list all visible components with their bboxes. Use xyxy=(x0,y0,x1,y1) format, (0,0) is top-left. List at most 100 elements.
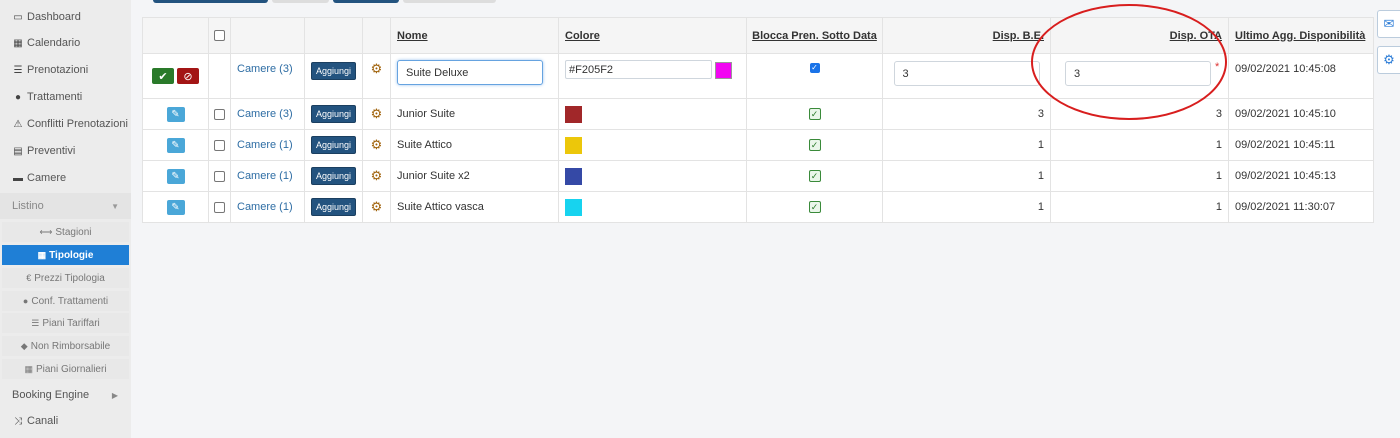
add-button[interactable]: Aggiungi xyxy=(310,62,357,80)
settings-button[interactable]: ⚙ xyxy=(1377,46,1400,74)
blocca-checkbox[interactable]: ✓ xyxy=(808,170,821,182)
nome-input[interactable]: Suite Deluxe xyxy=(397,60,543,85)
sidebar-subitem-piani-tariffari[interactable]: ☰ Piani Tariffari xyxy=(2,313,129,333)
sidebar-item-dashboard[interactable]: ▭ Dashboard xyxy=(0,4,131,30)
toolbar-button-2[interactable] xyxy=(272,0,329,3)
sidebar-item-listino[interactable]: Listino ▼ xyxy=(0,193,131,219)
sidebar: ▭ Dashboard ▦ Calendario ☰ Prenotazioni ● Tr… xyxy=(0,0,131,438)
disp-ota-input[interactable]: 3 xyxy=(1065,61,1211,86)
check-icon: ✔ xyxy=(158,70,168,83)
edit-row-button[interactable]: ✎ xyxy=(166,106,185,122)
ultimo-agg-value: 09/02/2021 10:45:13 xyxy=(1235,170,1336,182)
camere-link[interactable]: Camere (3) xyxy=(237,63,293,75)
cancel-row-button[interactable]: ⊘ xyxy=(177,68,199,84)
header-colore-label[interactable]: Colore xyxy=(565,30,600,42)
save-row-button[interactable]: ✔ xyxy=(152,68,174,84)
toolbar-button-1[interactable] xyxy=(153,0,268,3)
header-disp-be-label[interactable]: Disp. B.E. xyxy=(993,30,1044,42)
disp-ota-value: 1 xyxy=(1215,170,1222,182)
color-swatch xyxy=(565,105,582,123)
required-mark: * xyxy=(1215,61,1220,73)
sidebar-subitem-stagioni[interactable]: ⟷ Stagioni xyxy=(2,222,129,242)
row-colore-cell xyxy=(559,130,747,160)
nome-value: Junior Suite x2 xyxy=(397,170,470,182)
sidebar-subitem-label: Piani Giornalieri xyxy=(35,363,107,375)
gear-icon[interactable]: ⚙ xyxy=(371,168,383,184)
header-nome[interactable]: Nome xyxy=(391,18,559,53)
add-button[interactable]: Aggiungi xyxy=(310,167,357,185)
nome-value: Suite Attico vasca xyxy=(397,201,484,213)
row-checkbox[interactable] xyxy=(214,108,225,120)
sidebar-item-canali[interactable]: ⤨ Canali xyxy=(0,408,131,434)
row-checkbox[interactable] xyxy=(214,201,225,213)
color-picker-swatch[interactable] xyxy=(715,62,732,79)
sidebar-subitem-prezzi-tipologia[interactable]: € Prezzi Tipologia xyxy=(2,268,129,288)
camere-link[interactable]: Camere (1) xyxy=(237,201,293,213)
header-colore[interactable]: Colore xyxy=(559,18,747,53)
sidebar-item-preventivi[interactable]: ▤ Preventivi xyxy=(0,138,131,164)
camere-link[interactable]: Camere (1) xyxy=(237,170,293,182)
select-all-checkbox[interactable] xyxy=(214,30,225,41)
add-button[interactable]: Aggiungi xyxy=(310,105,357,123)
sidebar-item-camere[interactable]: ▬ Camere xyxy=(0,165,131,191)
sidebar-item-calendario[interactable]: ▦ Calendario xyxy=(0,30,131,56)
row-add-cell: Aggiungi xyxy=(305,192,363,222)
header-disp-ota[interactable]: Disp. OTA xyxy=(1051,18,1229,53)
disp-ota-value: 1 xyxy=(1215,139,1222,151)
header-disp-be[interactable]: Disp. B.E. xyxy=(883,18,1051,53)
header-ultimo-agg-label[interactable]: Ultimo Agg. Disponibilità xyxy=(1235,30,1365,42)
bed-icon: ▬ xyxy=(13,172,23,184)
row-gear-cell: ⚙ xyxy=(363,161,391,191)
color-swatch xyxy=(565,136,582,154)
edit-row-button[interactable]: ✎ xyxy=(166,168,185,184)
row-gear-cell: ⚙ xyxy=(363,130,391,160)
edit-row-button[interactable]: ✎ xyxy=(166,137,185,153)
header-disp-ota-label[interactable]: Disp. OTA xyxy=(1170,30,1222,42)
table-row: ✎ Camere (1) Aggiungi ⚙ Junior Suite x2 … xyxy=(143,161,1373,192)
row-blocca-cell: ✓ xyxy=(747,130,883,160)
add-button[interactable]: Aggiungi xyxy=(310,136,357,154)
sidebar-subitem-non-rimborsabile[interactable]: ◆ Non Rimborsabile xyxy=(2,336,129,356)
header-blocca[interactable]: Blocca Pren. Sotto Data xyxy=(747,18,883,53)
row-disp-be-cell: 1 xyxy=(883,161,1051,191)
blocca-checkbox[interactable]: ✓ xyxy=(808,139,821,151)
row-nome-cell: Junior Suite x2 xyxy=(391,161,559,191)
sidebar-subitem-tipologie[interactable]: ▦ Tipologie xyxy=(2,245,129,265)
gear-icon[interactable]: ⚙ xyxy=(371,61,383,77)
sidebar-item-conflitti[interactable]: ⚠ Conflitti Prenotazioni xyxy=(0,111,131,137)
colore-input[interactable]: #F205F2 xyxy=(565,60,712,79)
sidebar-subitem-piani-giornalieri[interactable]: ▦ Piani Giornalieri xyxy=(2,359,129,379)
add-button[interactable]: Aggiungi xyxy=(310,198,357,216)
row-checkbox[interactable] xyxy=(214,170,225,182)
gear-icon[interactable]: ⚙ xyxy=(371,106,383,122)
disp-be-input[interactable]: 3 xyxy=(893,61,1040,86)
row-colore-cell xyxy=(559,161,747,191)
list-icon: ☰ xyxy=(31,317,40,328)
blocca-checkbox[interactable]: ✓ xyxy=(809,63,820,73)
gear-icon[interactable]: ⚙ xyxy=(371,199,383,215)
email-button[interactable]: ✉ xyxy=(1377,10,1400,38)
blocca-checkbox[interactable]: ✓ xyxy=(808,108,821,120)
sidebar-item-label: Camere xyxy=(27,172,67,184)
header-blocca-label[interactable]: Blocca Pren. Sotto Data xyxy=(752,30,877,42)
sidebar-item-prenotazioni[interactable]: ☰ Prenotazioni xyxy=(0,57,131,83)
row-checkbox[interactable] xyxy=(214,139,225,151)
sidebar-subitem-conf-trattamenti[interactable]: ● Conf. Trattamenti xyxy=(2,291,129,311)
row-blocca-cell: ✓ xyxy=(747,192,883,222)
dashboard-icon: ▭ xyxy=(13,11,23,23)
gear-icon[interactable]: ⚙ xyxy=(371,137,383,153)
camere-link[interactable]: Camere (3) xyxy=(237,108,293,120)
disp-ota-input-value: 3 xyxy=(1074,67,1081,80)
header-ultimo-agg[interactable]: Ultimo Agg. Disponibilità xyxy=(1229,18,1373,53)
row-actions: ✎ xyxy=(143,192,209,222)
toolbar-button-3[interactable] xyxy=(333,0,399,3)
sidebar-subitem-label: Prezzi Tipologia xyxy=(34,272,105,284)
sidebar-item-trattamenti[interactable]: ● Trattamenti xyxy=(0,84,131,110)
sidebar-item-booking-engine[interactable]: Booking Engine ▶ xyxy=(0,382,131,408)
header-nome-label[interactable]: Nome xyxy=(397,30,428,42)
ultimo-agg-value: 09/02/2021 11:30:07 xyxy=(1235,201,1336,213)
blocca-checkbox[interactable]: ✓ xyxy=(808,201,821,213)
camere-link[interactable]: Camere (1) xyxy=(237,139,293,151)
edit-row-button[interactable]: ✎ xyxy=(166,199,185,215)
toolbar-button-4[interactable] xyxy=(403,0,496,3)
